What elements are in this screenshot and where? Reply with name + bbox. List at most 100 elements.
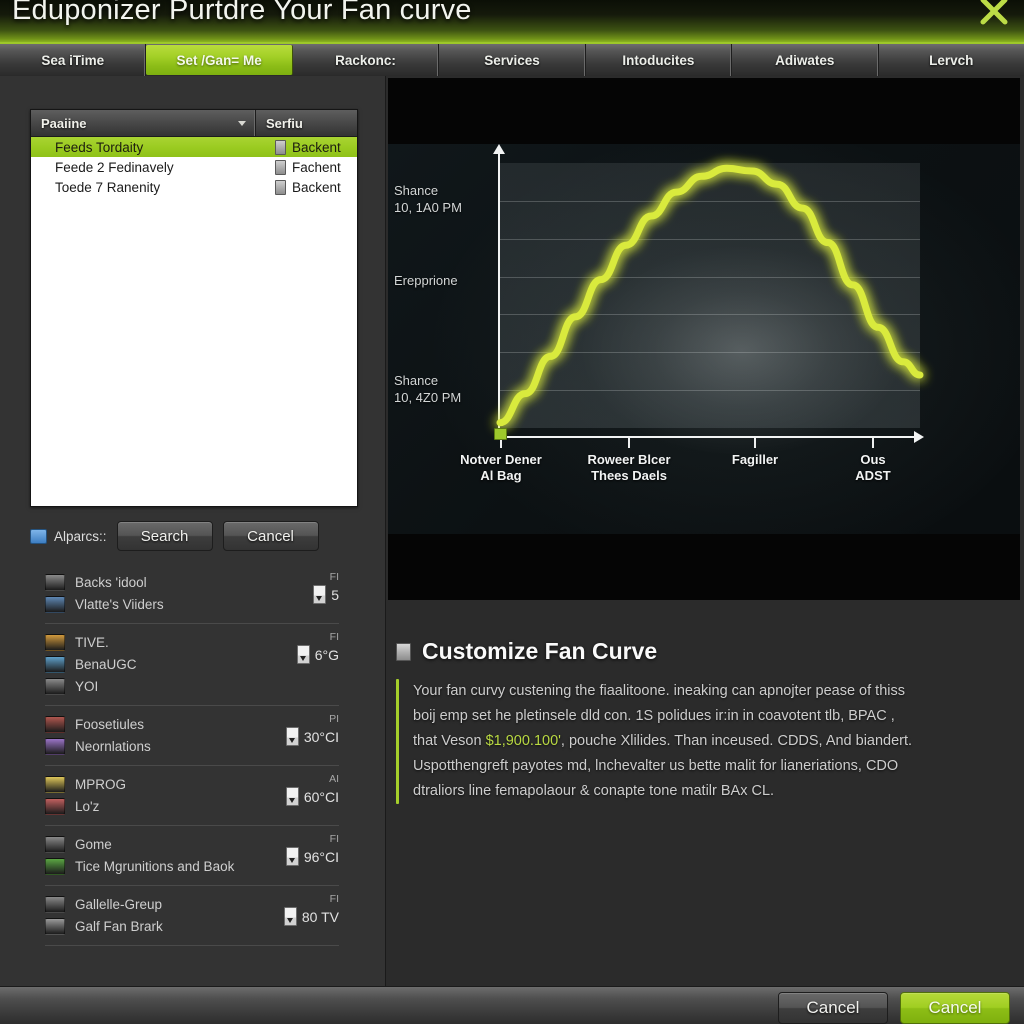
search-row-label: Alparcs:: [54, 528, 107, 544]
tab-label: Lervch [929, 52, 974, 68]
list-item-value: 30°CI [303, 728, 339, 745]
list-column-header-value[interactable]: Serfiu [256, 110, 357, 136]
list-item[interactable]: Gallelle-Greup Galf Fan Brark FI 80 TV [45, 886, 339, 946]
tab-label: Rackonc: [335, 52, 396, 68]
list-column-header-name-label: Paaiine [41, 115, 87, 131]
spinner-down-icon[interactable] [285, 727, 299, 746]
fan-curve-chart[interactable]: Shance 10, 1A0 PM Erepprione Shance 10, 4Z0 … [388, 144, 1020, 534]
list-item-value-group: FI 80 TV [283, 893, 339, 926]
list-item-value: 6°G [314, 646, 339, 663]
tab-1[interactable]: Set /Gan= Me [146, 45, 293, 75]
close-icon[interactable] [972, 0, 1016, 34]
title-bar: Eduponizer Purtdre Your Fan curve [0, 0, 1024, 44]
info-accent-bar [396, 679, 399, 804]
table-row[interactable]: Toede 7 Ranenity Backent [31, 177, 357, 197]
list-item[interactable]: Foosetiules Neornlations PI 30°CI [45, 706, 339, 766]
spinner-down-icon[interactable] [313, 585, 327, 604]
device-icon [275, 179, 286, 195]
app-window: Eduponizer Purtdre Your Fan curve Sea iT… [0, 0, 1024, 1024]
list-item-row: Backs 'idool [45, 571, 339, 593]
info-paragraph-line: boij emp set he pletinsele dld con. 1S p… [413, 708, 895, 724]
list-column-header-name[interactable]: Paaiine [31, 110, 256, 136]
folder-icon [45, 595, 65, 613]
tab-3[interactable]: Services [439, 44, 586, 76]
list-item-stepper[interactable]: 5 [313, 585, 339, 604]
list-item[interactable]: TIVE. BenaUGC YOI FI 6°G [45, 624, 339, 706]
list-item-stepper[interactable]: 96°CI [285, 847, 339, 866]
list-rows: Feeds Tordaity Backent Feede 2 Fedinavely F… [31, 137, 357, 197]
table-cell-value-label: Fachent [292, 159, 341, 175]
table-cell-value-label: Backent [292, 139, 341, 155]
table-cell-name: Feeds Tordaity [55, 139, 144, 155]
list-item-stepper[interactable]: 60°CI [285, 787, 339, 806]
profile-listbox[interactable]: Paaiine Serfiu Feeds Tordaity Backent Feed… [30, 109, 358, 507]
table-cell-name: Feede 2 Fedinavely [55, 159, 174, 175]
table-row[interactable]: Feeds Tordaity Backent [31, 137, 357, 157]
tab-0[interactable]: Sea iTime [0, 44, 147, 76]
spinner-down-icon[interactable] [285, 787, 299, 806]
list-item-value-group: AI 60°CI [285, 773, 339, 806]
spinner-down-icon[interactable] [296, 645, 310, 664]
detail-list: Backs 'idool Vlatte's Viiders FI 5 TIVE. Bena… [45, 564, 339, 946]
fan-curve-line [496, 164, 924, 427]
list-item-row: Vlatte's Viiders [45, 593, 339, 615]
table-row[interactable]: Feede 2 Fedinavely Fachent [31, 157, 357, 177]
list-item-sublabel: PI [329, 713, 339, 725]
chevron-down-icon[interactable] [238, 121, 246, 126]
device-icon [275, 139, 286, 155]
info-paragraph-line: Uspotthengreft payotes md, lnchevalter u… [413, 758, 899, 774]
curve-origin-handle[interactable] [494, 428, 507, 440]
list-item-sublabel: FI [329, 893, 339, 905]
window-title: Eduponizer Purtdre Your Fan curve [12, 0, 472, 26]
footer-actions: Cancel Cancel [778, 992, 1010, 1024]
footer-button-1[interactable]: Cancel [900, 992, 1010, 1024]
tab-2[interactable]: Rackonc: [293, 44, 440, 76]
tab-label: Adiwates [775, 52, 835, 68]
list-item-label: Vlatte's Viiders [75, 596, 164, 612]
list-item-label: Gome [75, 836, 112, 852]
spinner-down-icon[interactable] [283, 907, 297, 926]
info-paragraph-line: Your fan curvy custening the fiaalitoone… [413, 683, 905, 699]
list-item-value-group: FI 6°G [296, 631, 339, 664]
list-item-value: 96°CI [303, 848, 339, 865]
tab-label: Services [484, 52, 540, 68]
table-cell-value: Backent [269, 179, 357, 195]
list-item-label: Neornlations [75, 738, 151, 754]
tab-4[interactable]: Intoducites [586, 44, 733, 76]
list-item-label: YOI [75, 678, 99, 694]
folder-icon [45, 633, 65, 651]
list-item-sublabel: FI [329, 631, 339, 643]
list-item-rows: Backs 'idool Vlatte's Viiders [45, 571, 339, 615]
tab-label: Sea iTime [41, 52, 105, 68]
left-panel: Paaiine Serfiu Feeds Tordaity Backent Feed… [0, 76, 386, 986]
table-cell-name: Toede 7 Ranenity [55, 179, 161, 195]
list-item-sublabel: FI [329, 571, 339, 583]
chart-panel: Shance 10, 1A0 PM Erepprione Shance 10, 4Z0 … [388, 78, 1020, 600]
folder-icon [45, 737, 65, 755]
folder-icon [45, 797, 65, 815]
search-button[interactable]: Search [116, 521, 213, 551]
folder-icon [45, 857, 65, 875]
list-item[interactable]: Backs 'idool Vlatte's Viiders FI 5 [45, 564, 339, 624]
spinner-down-icon[interactable] [285, 847, 299, 866]
footer-button-0[interactable]: Cancel [778, 992, 888, 1024]
folder-icon [45, 917, 65, 935]
cancel-button[interactable]: Cancel [222, 521, 319, 551]
list-item-row: BenaUGC [45, 653, 339, 675]
list-item-label: Gallelle-Greup [75, 896, 163, 912]
list-item-value-group: PI 30°CI [285, 713, 339, 746]
list-item-stepper[interactable]: 80 TV [283, 907, 339, 926]
info-block: Customize Fan Curve Your fan curvy custe… [396, 638, 1014, 804]
list-item-stepper[interactable]: 30°CI [285, 727, 339, 746]
tab-5[interactable]: Adiwates [732, 44, 879, 76]
list-item[interactable]: MPROG Lo'z AI 60°CI [45, 766, 339, 826]
list-item-stepper[interactable]: 6°G [296, 645, 339, 664]
tab-6[interactable]: Lervch [879, 44, 1024, 76]
content-area: Paaiine Serfiu Feeds Tordaity Backent Feed… [0, 76, 1024, 986]
info-highlight-value: $1,900.100' [485, 733, 561, 749]
list-column-header-value-label: Serfiu [266, 115, 303, 131]
tab-label: Set /Gan= Me [176, 52, 262, 68]
info-paragraph-line: that Veson $1,900.100', pouche Xlilides.… [413, 733, 913, 749]
list-item[interactable]: Gome Tice Mgrunitions and Baok FI 96°CI [45, 826, 339, 886]
list-item-label: MPROG [75, 776, 127, 792]
